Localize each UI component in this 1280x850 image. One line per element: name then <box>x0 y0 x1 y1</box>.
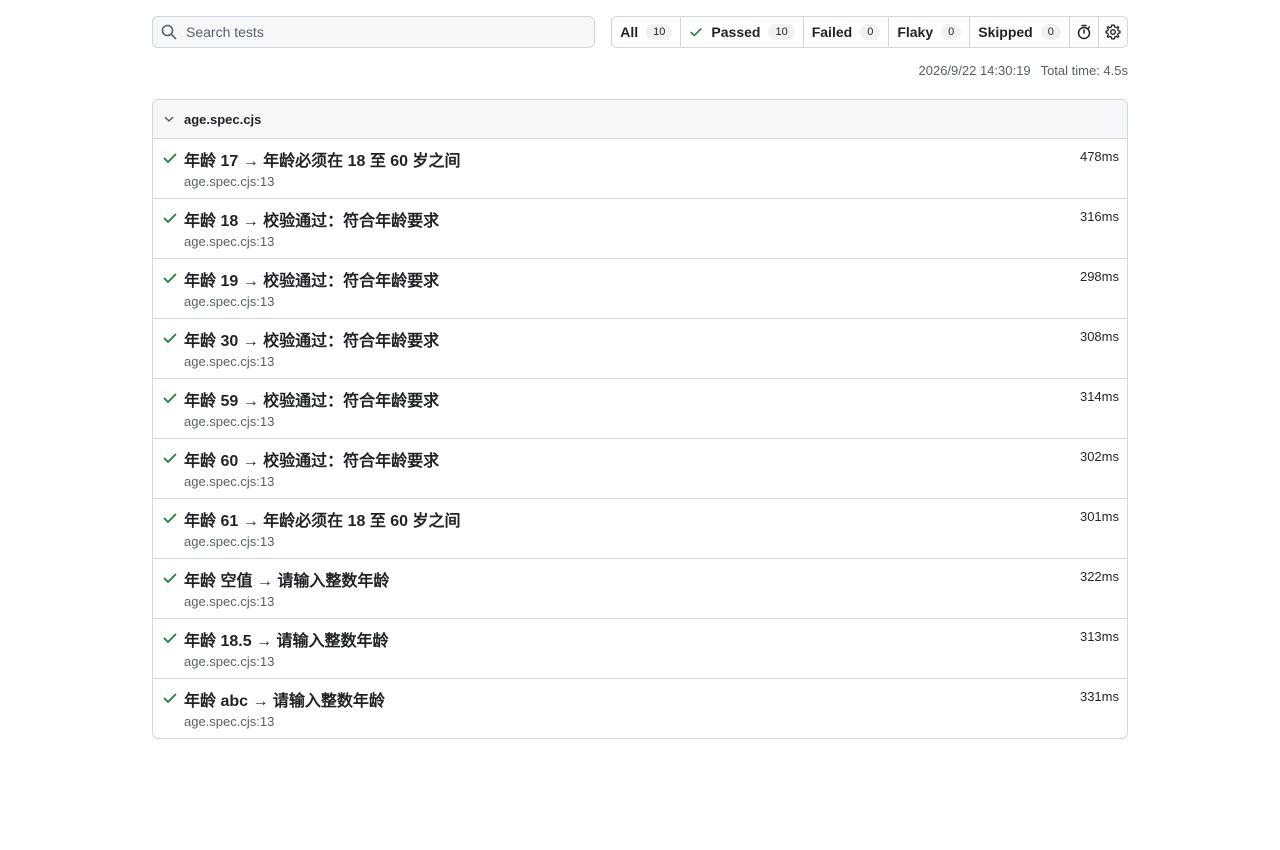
test-duration: 314ms <box>1079 389 1119 404</box>
search-icon <box>161 24 177 40</box>
file-header[interactable]: age.spec.cjs <box>153 100 1127 139</box>
test-title[interactable]: 年龄 18 → 校验通过：符合年龄要求 <box>184 207 439 231</box>
check-icon <box>162 570 178 586</box>
speedboard-button[interactable] <box>1070 17 1099 47</box>
test-duration: 301ms <box>1079 509 1119 524</box>
run-timestamp: 2026/9/22 14:30:19 <box>918 63 1031 78</box>
file-section: age.spec.cjs 年龄 17 → 年龄必须在 18 至 60 岁之间 ag… <box>152 99 1128 739</box>
toolbar: All 10 Passed 10 Failed 0 Flaky 0 Skippe… <box>152 16 1128 48</box>
test-duration: 331ms <box>1079 689 1119 704</box>
check-icon <box>162 630 178 646</box>
filter-flaky-label: Flaky <box>897 24 934 40</box>
check-icon <box>162 510 178 526</box>
test-location: age.spec.cjs:13 <box>184 654 275 669</box>
test-list: 年龄 17 → 年龄必须在 18 至 60 岁之间 age.spec.cjs:13… <box>153 139 1127 738</box>
filter-skipped-label: Skipped <box>978 24 1033 40</box>
test-title[interactable]: 年龄 18.5 → 请输入整数年龄 <box>184 627 388 651</box>
test-location: age.spec.cjs:13 <box>184 594 275 609</box>
test-row[interactable]: 年龄 18.5 → 请输入整数年龄 age.spec.cjs:13 313ms <box>153 619 1127 679</box>
test-location: age.spec.cjs:13 <box>184 294 275 309</box>
test-row[interactable]: 年龄 61 → 年龄必须在 18 至 60 岁之间 age.spec.cjs:13… <box>153 499 1127 559</box>
test-title[interactable]: 年龄 30 → 校验通过：符合年龄要求 <box>184 327 439 351</box>
total-time: Total time: 4.5s <box>1040 63 1128 78</box>
check-icon <box>162 690 178 706</box>
chevron-down-icon <box>161 111 177 127</box>
filter-all-count: 10 <box>646 24 673 40</box>
filter-flaky-count: 0 <box>941 24 962 40</box>
run-meta: 2026/9/22 14:30:19 Total time: 4.5s <box>152 63 1129 79</box>
test-row[interactable]: 年龄 59 → 校验通过：符合年龄要求 age.spec.cjs:13 314ms <box>153 379 1127 439</box>
check-icon <box>162 390 178 406</box>
check-icon <box>162 330 178 346</box>
test-row[interactable]: 年龄 60 → 校验通过：符合年龄要求 age.spec.cjs:13 302ms <box>153 439 1127 499</box>
test-row[interactable]: 年龄 空值 → 请输入整数年龄 age.spec.cjs:13 322ms <box>153 559 1127 619</box>
status-filter-bar: All 10 Passed 10 Failed 0 Flaky 0 Skippe… <box>611 16 1128 48</box>
filter-passed-label: Passed <box>711 24 761 40</box>
filter-passed-count: 10 <box>768 24 795 40</box>
filter-failed-count: 0 <box>860 24 881 40</box>
test-row[interactable]: 年龄 30 → 校验通过：符合年龄要求 age.spec.cjs:13 308ms <box>153 319 1127 379</box>
test-title[interactable]: 年龄 abc → 请输入整数年龄 <box>184 687 385 711</box>
test-duration: 302ms <box>1079 449 1119 464</box>
test-location: age.spec.cjs:13 <box>184 534 275 549</box>
test-title[interactable]: 年龄 17 → 年龄必须在 18 至 60 岁之间 <box>184 147 461 171</box>
test-location: age.spec.cjs:13 <box>184 714 275 729</box>
report-container: All 10 Passed 10 Failed 0 Flaky 0 Skippe… <box>152 16 1128 739</box>
test-duration: 316ms <box>1079 209 1119 224</box>
check-icon <box>162 210 178 226</box>
test-location: age.spec.cjs:13 <box>184 414 275 429</box>
check-icon <box>162 450 178 466</box>
filter-failed-label: Failed <box>811 24 853 40</box>
test-row[interactable]: 年龄 abc → 请输入整数年龄 age.spec.cjs:13 331ms <box>153 679 1127 738</box>
test-title[interactable]: 年龄 空值 → 请输入整数年龄 <box>184 567 389 591</box>
filter-flaky[interactable]: Flaky 0 <box>889 17 971 47</box>
check-icon <box>162 270 178 286</box>
check-icon <box>689 25 703 39</box>
gear-icon <box>1105 24 1121 40</box>
test-location: age.spec.cjs:13 <box>184 354 275 369</box>
test-duration: 322ms <box>1079 569 1119 584</box>
check-icon <box>162 150 178 166</box>
test-title[interactable]: 年龄 60 → 校验通过：符合年龄要求 <box>184 447 439 471</box>
search-box[interactable] <box>152 16 596 48</box>
test-duration: 478ms <box>1079 149 1119 164</box>
test-row[interactable]: 年龄 17 → 年龄必须在 18 至 60 岁之间 age.spec.cjs:13… <box>153 139 1127 199</box>
filter-all[interactable]: All 10 <box>612 17 682 47</box>
filter-skipped-count: 0 <box>1040 24 1061 40</box>
test-title[interactable]: 年龄 59 → 校验通过：符合年龄要求 <box>184 387 439 411</box>
test-row[interactable]: 年龄 19 → 校验通过：符合年龄要求 age.spec.cjs:13 298ms <box>153 259 1127 319</box>
stopwatch-icon <box>1076 24 1092 40</box>
search-input[interactable] <box>186 24 586 40</box>
settings-button[interactable] <box>1099 17 1127 47</box>
file-name: age.spec.cjs <box>184 111 262 127</box>
filter-failed[interactable]: Failed 0 <box>804 17 890 47</box>
test-location: age.spec.cjs:13 <box>184 474 275 489</box>
test-duration: 313ms <box>1079 629 1119 644</box>
test-duration: 298ms <box>1079 269 1119 284</box>
filter-all-label: All <box>620 24 639 40</box>
test-location: age.spec.cjs:13 <box>184 174 275 189</box>
filter-passed[interactable]: Passed 10 <box>681 17 804 47</box>
filter-skipped[interactable]: Skipped 0 <box>970 17 1070 47</box>
test-location: age.spec.cjs:13 <box>184 234 275 249</box>
test-duration: 308ms <box>1079 329 1119 344</box>
test-title[interactable]: 年龄 61 → 年龄必须在 18 至 60 岁之间 <box>184 507 461 531</box>
test-title[interactable]: 年龄 19 → 校验通过：符合年龄要求 <box>184 267 439 291</box>
test-row[interactable]: 年龄 18 → 校验通过：符合年龄要求 age.spec.cjs:13 316ms <box>153 199 1127 259</box>
